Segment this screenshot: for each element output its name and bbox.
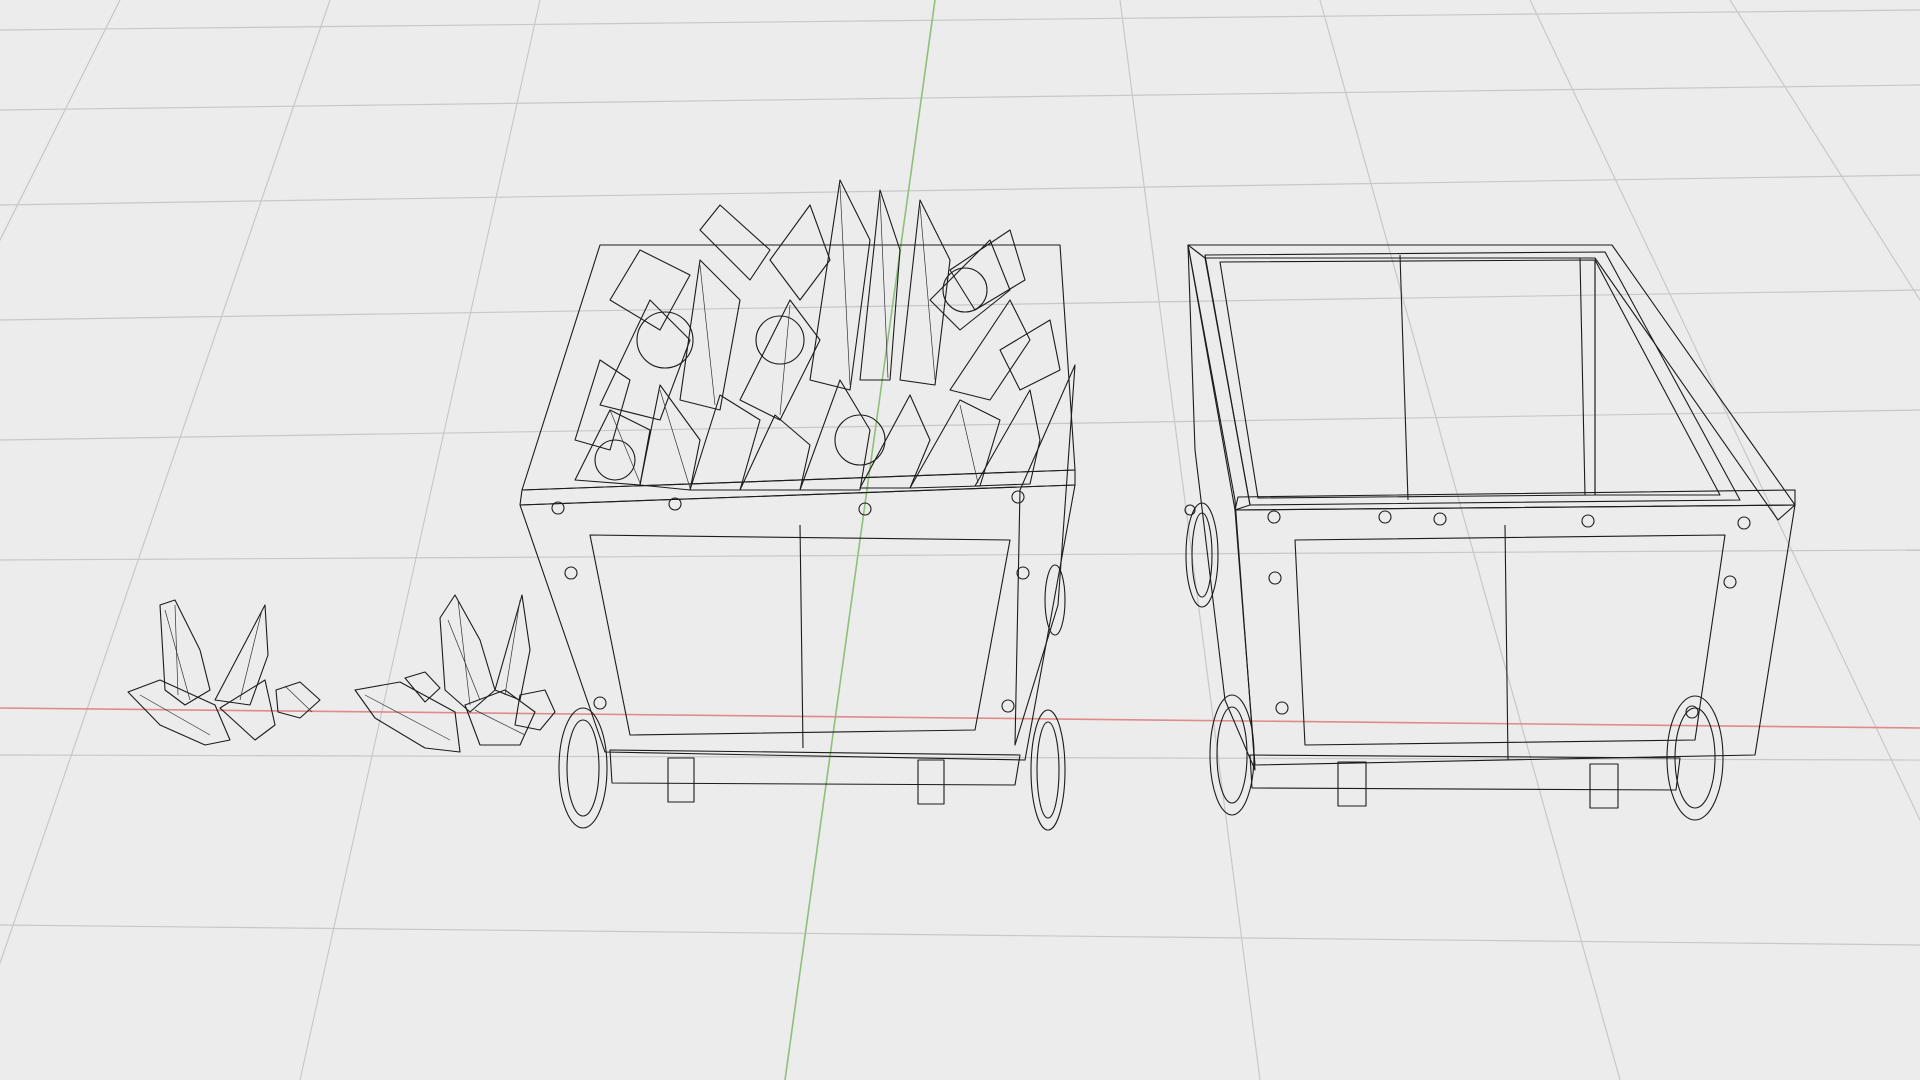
viewport-background xyxy=(0,0,1920,1080)
3d-viewport[interactable] xyxy=(0,0,1920,1080)
viewport-canvas[interactable] xyxy=(0,0,1920,1080)
